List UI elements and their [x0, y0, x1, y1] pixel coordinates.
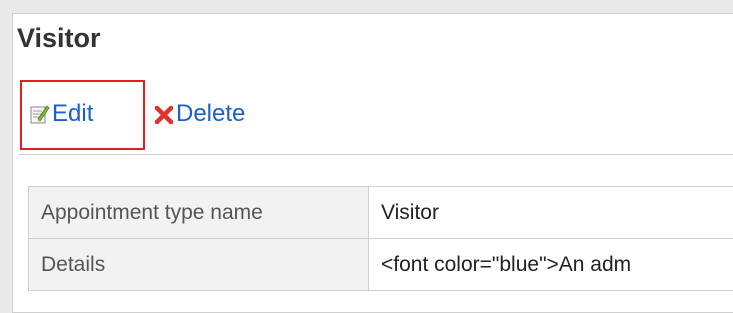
row-value-details: <font color="blue">An adm	[369, 239, 733, 291]
delete-icon	[154, 103, 174, 125]
row-label-appointment-type-name: Appointment type name	[29, 187, 369, 239]
edit-label: Edit	[52, 100, 93, 128]
row-value-appointment-type-name: Visitor	[369, 187, 733, 239]
details-table: Appointment type name Visitor Details <f…	[28, 186, 733, 291]
page-title: Visitor	[17, 25, 101, 52]
edit-button[interactable]: Edit	[30, 100, 93, 128]
delete-button[interactable]: Delete	[154, 100, 245, 128]
edit-icon	[30, 103, 50, 125]
delete-label: Delete	[176, 100, 245, 128]
table-row: Appointment type name Visitor	[29, 187, 733, 239]
divider	[18, 154, 733, 155]
row-label-details: Details	[29, 239, 369, 291]
table-row: Details <font color="blue">An adm	[29, 239, 733, 291]
